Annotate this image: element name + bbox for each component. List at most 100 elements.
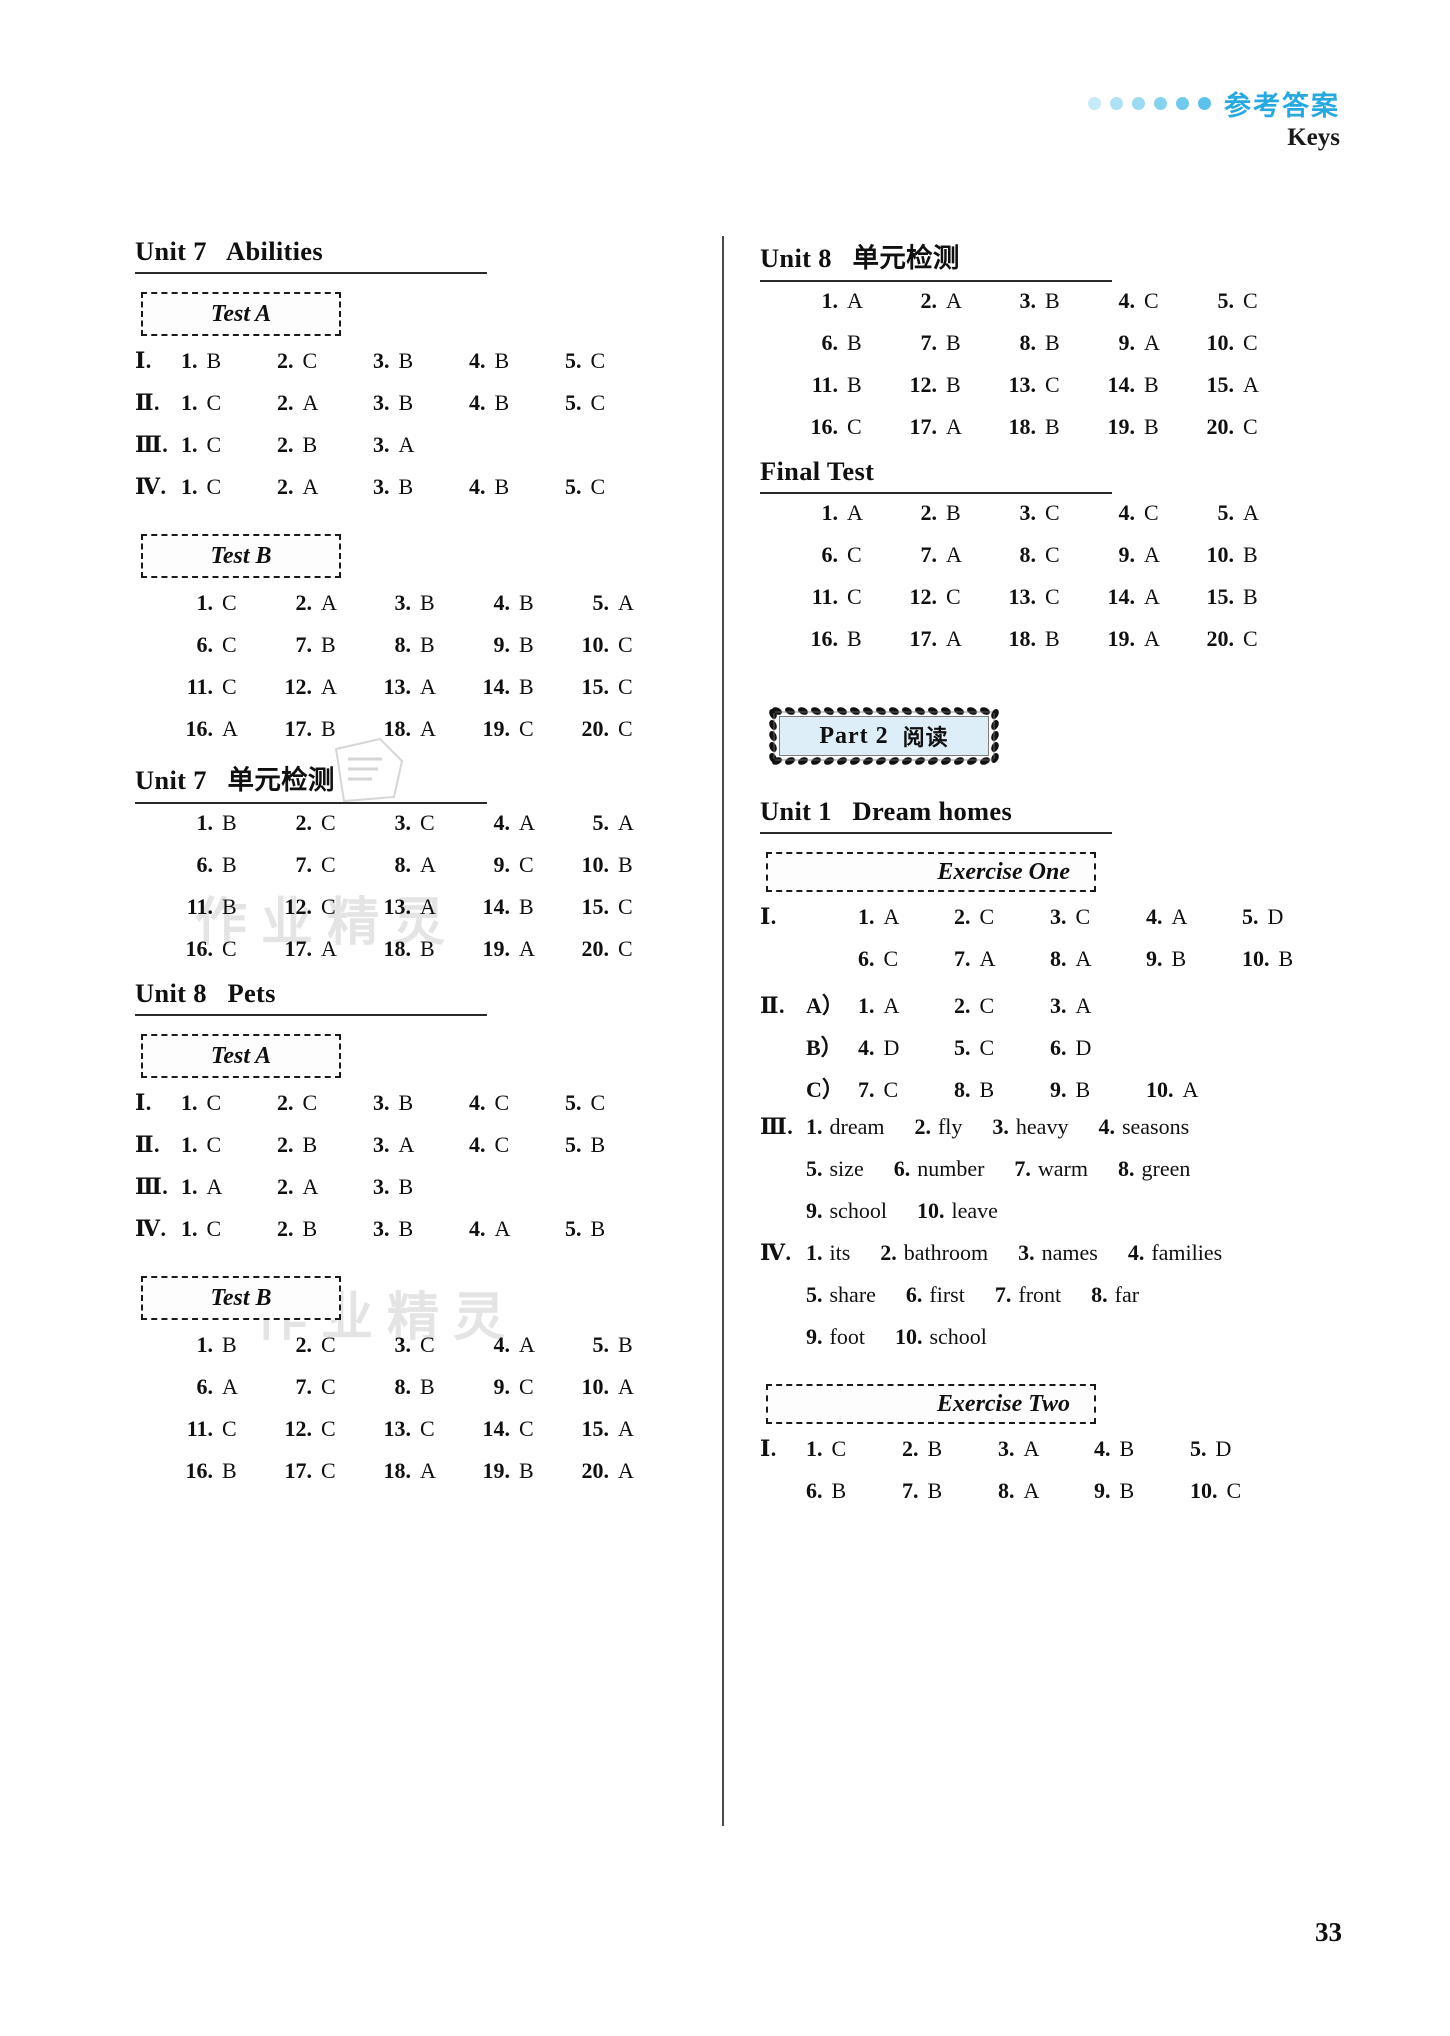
question-number: 1. [181, 432, 198, 457]
question-number: 3. [394, 810, 412, 835]
answer-cell: 8. B [379, 1374, 478, 1400]
question-number: 5. [565, 390, 582, 415]
answer-cell: 16. C [806, 414, 905, 440]
answer-value: A [420, 1458, 436, 1483]
answer-row: Ⅱ. 1. C 2. B 3. A 4. C 5. B [135, 1132, 665, 1174]
answer-cell: 6. B [806, 330, 905, 356]
heading-underline [135, 802, 487, 804]
answer-cell: 8. B [379, 632, 478, 658]
answer-value: B [420, 936, 435, 961]
answer-value: C [847, 584, 862, 609]
answer-cell: 2. A [277, 474, 373, 500]
answer-value: foot [829, 1324, 865, 1349]
answer-cell: 2. C [280, 1332, 379, 1358]
unit7-unit-test-answers: 1. B 2. C 3. C 4. A 5. A 6. B 7. C 8. A 9. C 10. B 11. B 12. C 1… [135, 810, 665, 978]
answer-cell: 6. number [894, 1156, 985, 1182]
question-number: 5. [1190, 1436, 1207, 1461]
answer-cell: 4. C [1103, 288, 1202, 314]
answer-row: Ⅳ. 1. C 2. A 3. B 4. B 5. C [135, 474, 665, 516]
answer-cell: 6. C [806, 542, 905, 568]
question-number: 11. [186, 674, 213, 699]
answer-value: C [1243, 330, 1258, 355]
answer-value: A [618, 1458, 634, 1483]
test-label-text: Test A [210, 1042, 272, 1069]
answer-value: C [321, 810, 336, 835]
question-number: 13. [1008, 372, 1037, 397]
answer-value: A [1023, 1436, 1040, 1461]
answer-cell: 4. seasons [1098, 1114, 1189, 1140]
answer-value: C [1045, 542, 1060, 567]
answer-cell: 13. C [1004, 584, 1103, 610]
answer-value: C [883, 946, 899, 971]
answer-cell: 16. B [181, 1458, 280, 1484]
page-header: 参考答案 Keys [0, 72, 1450, 182]
question-number: 2. [920, 500, 938, 525]
roman-numeral: Ⅱ. [760, 993, 786, 1018]
answer-value: A [946, 414, 962, 439]
question-number: 7. [920, 542, 938, 567]
question-number: 18. [1008, 626, 1037, 651]
answer-row: 1. B 2. C 3. C 4. A 5. A [135, 810, 665, 852]
question-number: 2. [295, 810, 313, 835]
answer-cell: 7. C [280, 1374, 379, 1400]
answer-value: B [206, 348, 222, 373]
question-number: 2. [277, 1174, 294, 1199]
answer-value: B [519, 674, 534, 699]
question-number: 8. [1019, 330, 1037, 355]
answer-cell: 3. A [373, 1132, 469, 1158]
dot-icon [1110, 97, 1123, 110]
question-number: 5. [1217, 500, 1235, 525]
answer-cell: 11. B [806, 372, 905, 398]
answer-cell: 3. A [1050, 993, 1146, 1019]
answer-value: families [1151, 1240, 1223, 1265]
answer-cell: 1. dream [806, 1114, 884, 1140]
unit-heading-text: Unit 1 Dream homes [760, 796, 1013, 826]
question-number: 9. [1050, 1077, 1067, 1102]
answer-row: Ⅰ. 1. B 2. C 3. B 4. B 5. C [135, 348, 665, 390]
answer-cell: 9. B [1146, 946, 1242, 972]
question-number: 2. [902, 1436, 919, 1461]
question-number: 4. [1146, 904, 1163, 929]
header-title-row: 参考答案 [1088, 84, 1340, 123]
question-number: 5. [565, 1132, 582, 1157]
answer-cell: 2. C [277, 1090, 373, 1116]
answer-cell: 12. A [280, 674, 379, 700]
answer-value: C [222, 936, 237, 961]
question-number: 10. [916, 1198, 945, 1223]
answer-value: A [1075, 993, 1092, 1018]
answer-cell: 4. C [469, 1132, 565, 1158]
answer-value: A [398, 432, 415, 457]
answer-value: C [590, 1090, 606, 1115]
answer-cell: 5. C [954, 1035, 1050, 1061]
answer-value: B [590, 1132, 606, 1157]
answer-value: size [829, 1156, 864, 1181]
answer-value: B [1075, 1077, 1091, 1102]
answer-cell: 4. A [478, 810, 577, 836]
question-number: 1. [821, 500, 839, 525]
roman-numeral: Ⅰ. [760, 1436, 777, 1461]
answer-cell: 2. fly [914, 1114, 962, 1140]
roman-numeral: Ⅳ. [135, 474, 167, 499]
answer-cell: 1. B [181, 1332, 280, 1358]
answer-cell: 7. A [954, 946, 1050, 972]
answer-row: Ⅳ. 1. C 2. B 3. B 4. A 5. B [135, 1216, 665, 1258]
question-number: 13. [1008, 584, 1037, 609]
answer-value: school [929, 1324, 987, 1349]
answer-value: first [929, 1282, 965, 1307]
answer-cell: 7. C [280, 852, 379, 878]
question-number: 7. [295, 632, 313, 657]
question-number: 9. [493, 632, 511, 657]
answer-value: C [1243, 626, 1258, 651]
answer-value: C [420, 1332, 435, 1357]
question-number: 1. [806, 1114, 823, 1139]
answer-row: —9.foot10.school [760, 1324, 1290, 1366]
question-number: 3. [373, 1090, 390, 1115]
answer-row: —B）4.D5.C6.D [760, 1030, 1290, 1072]
unit-heading-text: Unit 8 单元检测 [760, 243, 960, 273]
answer-cell: 8. C [1004, 542, 1103, 568]
answer-value: A [1144, 626, 1160, 651]
answer-cell: 1. B [181, 810, 280, 836]
question-number: 19. [482, 1458, 511, 1483]
answer-value: B [222, 1332, 237, 1357]
answer-cell: 9. B [1050, 1077, 1146, 1103]
